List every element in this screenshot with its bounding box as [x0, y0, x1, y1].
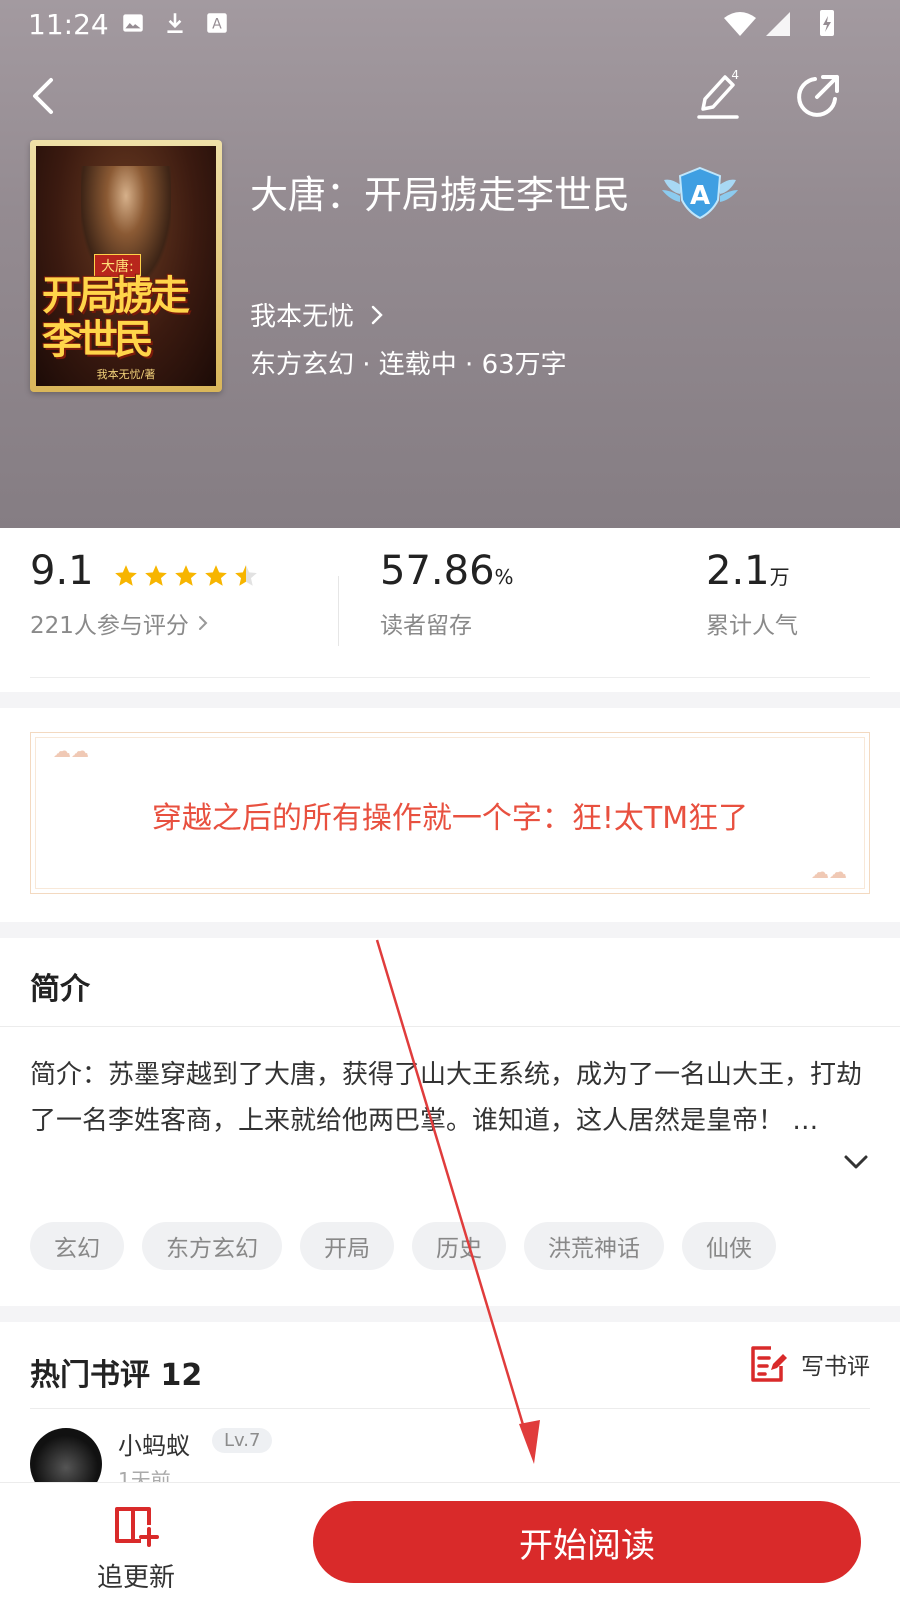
cover-author: 我本无忧/著 — [96, 368, 156, 381]
level-badge: Lv.7 — [212, 1428, 273, 1453]
retention-label: 读者留存 — [380, 613, 472, 639]
rating-value: 9.1 — [30, 548, 94, 594]
retention-stat: 57.86% 读者留存 — [380, 548, 514, 640]
intro-section: 简介 简介：苏墨穿越到了大唐，获得了山大王系统，成为了一名山大王，打劫了一名李姓… — [0, 938, 900, 1306]
image-icon — [123, 14, 143, 32]
tag[interactable]: 东方玄幻 — [142, 1222, 282, 1270]
star-icon — [144, 564, 167, 586]
quote-section: ☁☁ 穿越之后的所有操作就一个字：狂!太TM狂了 ☁☁ — [0, 708, 900, 922]
tag[interactable]: 仙侠 — [682, 1222, 776, 1270]
system-icons — [724, 10, 834, 36]
star-icon — [204, 564, 227, 586]
popularity-unit: 万 — [769, 565, 790, 589]
share-button[interactable] — [788, 66, 848, 126]
follow-updates-button[interactable]: 追更新 — [86, 1505, 186, 1594]
back-button[interactable] — [14, 66, 74, 126]
book-add-icon — [115, 1507, 159, 1547]
book-title: 大唐：开局掳走李世民 — [250, 173, 631, 217]
author-link[interactable]: 我本无忧 — [250, 296, 384, 333]
chevron-down-icon[interactable] — [842, 1152, 870, 1172]
tag[interactable]: 历史 — [412, 1222, 506, 1270]
share-icon — [797, 75, 839, 117]
retention-unit: % — [494, 565, 514, 589]
write-review-icon — [751, 1346, 787, 1382]
reviews-title-label: 热门书评 — [30, 1358, 150, 1393]
vip-shield-icon: A — [662, 166, 738, 220]
intro-title: 简介 — [30, 972, 90, 1007]
star-icon — [114, 564, 137, 586]
follow-updates-label: 追更新 — [96, 1563, 175, 1593]
chevron-right-icon — [371, 305, 383, 324]
quote-text: 穿越之后的所有操作就一个字：狂!太TM狂了 — [151, 801, 749, 836]
intro-text: 简介：苏墨穿越到了大唐，获得了山大王系统，成为了一名山大王，打劫了一名李姓客商，… — [30, 1060, 863, 1136]
write-review-label: 写书评 — [801, 1354, 870, 1380]
start-reading-button[interactable]: 开始阅读 — [313, 1501, 861, 1583]
reviews-count: 12 — [160, 1358, 203, 1393]
author-name: 我本无忧 — [250, 302, 355, 332]
svg-text:A: A — [690, 181, 710, 211]
popularity-value: 2.1 — [706, 548, 770, 594]
status-time: 11:24 — [28, 8, 109, 41]
tag[interactable]: 洪荒神话 — [524, 1222, 664, 1270]
divider — [0, 1026, 900, 1027]
review-time: 1天前 — [118, 1468, 171, 1482]
retention-value: 57.86 — [380, 548, 495, 594]
rating-stars — [113, 563, 259, 589]
svg-text:4: 4 — [731, 69, 739, 82]
font-icon: A — [207, 13, 227, 33]
divider — [30, 677, 870, 678]
bottom-bar: 追更新 开始阅读 — [0, 1482, 900, 1600]
star-icon — [174, 564, 197, 586]
chevron-right-icon — [198, 616, 208, 630]
book-cover[interactable]: 大唐: 开局掳走李世民 我本无忧/著 — [30, 140, 222, 392]
tag[interactable]: 开局 — [300, 1222, 394, 1270]
stats-panel: 9.1 221人参与评分 57.86% 读者留存 2.1万 累计人气 — [0, 528, 900, 692]
book-meta: 东方玄幻 · 连载中 · 63万字 — [250, 350, 567, 380]
quote-box: ☁☁ 穿越之后的所有操作就一个字：狂!太TM狂了 ☁☁ — [30, 732, 870, 894]
rating-stat[interactable]: 9.1 221人参与评分 — [30, 548, 259, 640]
reviews-title: 热门书评 12 — [30, 1350, 202, 1394]
divider — [30, 1408, 870, 1409]
write-review-button[interactable]: 写书评 — [747, 1344, 870, 1384]
download-icon — [167, 13, 183, 33]
reviewer-name[interactable]: 小蚂蚁 — [118, 1426, 190, 1461]
edit-button[interactable]: 4 — [688, 66, 748, 126]
rating-count: 221人参与评分 — [30, 613, 189, 639]
popularity-label: 累计人气 — [706, 613, 798, 639]
pencil-icon: 4 — [697, 69, 739, 119]
tag[interactable]: 玄幻 — [30, 1222, 124, 1270]
avatar[interactable] — [30, 1428, 102, 1482]
svg-text:A: A — [212, 16, 222, 32]
cover-title: 开局掳走李世民 — [42, 272, 190, 363]
cloud-ornament-icon: ☁☁ — [811, 862, 847, 883]
divider — [338, 576, 339, 646]
star-icon — [234, 564, 257, 586]
status-bar: 11:24 A — [0, 0, 900, 48]
reviews-section: 热门书评 12 写书评 小蚂蚁 Lv.7 1天前 — [0, 1322, 900, 1482]
popularity-stat: 2.1万 累计人气 — [706, 548, 798, 640]
book-header: 11:24 A 4 大唐: 开局掳走李世民 我本无忧/著 大唐：开局掳走李世民 … — [0, 0, 900, 528]
tag-list: 玄幻 东方玄幻 开局 历史 洪荒神话 仙侠 — [30, 1222, 776, 1270]
chevron-left-icon — [33, 78, 53, 114]
cloud-ornament-icon: ☁☁ — [53, 741, 89, 762]
